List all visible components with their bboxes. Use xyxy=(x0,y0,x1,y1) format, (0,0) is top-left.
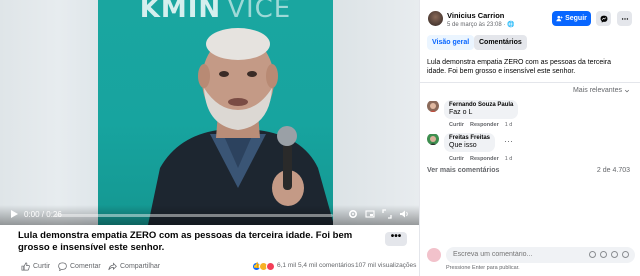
author-name[interactable]: Vinicius Carrion xyxy=(447,11,504,20)
play-icon[interactable] xyxy=(8,209,20,221)
enter-to-post-hint: Pressione Enter para publicar. xyxy=(446,265,520,271)
gif-icon[interactable] xyxy=(611,251,618,258)
share-label: Compartilhar xyxy=(120,263,161,270)
post-timestamp[interactable]: 5 de março às 23:08 · 🌐 xyxy=(447,21,515,28)
reactions-count[interactable]: 6,1 mil xyxy=(277,262,296,269)
comment-sort-dropdown[interactable]: Mais relevantes xyxy=(573,87,630,94)
share-button[interactable]: Compartilhar xyxy=(108,262,160,271)
comment-like-link[interactable]: Curtir xyxy=(449,122,464,128)
more-options-button[interactable] xyxy=(617,11,632,26)
section-divider xyxy=(420,82,640,83)
commenter-avatar[interactable] xyxy=(427,100,439,112)
facebook-video-viewer: KMIN VICE 0:00 / 0:26 Lula demonstra emp… xyxy=(0,0,640,276)
settings-icon[interactable] xyxy=(347,209,359,221)
view-more-comments-link[interactable]: Ver mais comentários xyxy=(427,167,499,174)
commenter-name[interactable]: Fernando Souza Paula xyxy=(449,102,513,108)
video-progress-bar[interactable] xyxy=(55,214,333,217)
video-blur-left xyxy=(0,0,98,225)
tab-comments[interactable]: Comentários xyxy=(474,35,527,50)
comment-composer xyxy=(427,247,637,263)
comment-actions: Curtir Responder 1 d xyxy=(449,122,512,128)
comment-text: Faz o L xyxy=(449,109,473,116)
comment-like-link[interactable]: Curtir xyxy=(449,156,464,162)
follow-icon xyxy=(556,15,563,22)
video-player[interactable]: KMIN VICE 0:00 / 0:26 xyxy=(0,0,419,225)
comment-reply-link[interactable]: Responder xyxy=(470,122,499,128)
sort-label: Mais relevantes xyxy=(572,87,622,94)
tab-overview[interactable]: Visão geral xyxy=(427,35,475,50)
comment-button[interactable]: Comentar xyxy=(58,262,101,271)
like-button[interactable]: Curtir xyxy=(21,262,50,271)
video-blur-right xyxy=(333,0,419,225)
comment-bubble: Fernando Souza Paula Faz o L xyxy=(444,100,519,119)
volume-icon[interactable] xyxy=(398,209,410,221)
post-caption: Lula demonstra empatia ZERO com as pesso… xyxy=(18,230,353,253)
post-options-button[interactable]: ••• xyxy=(385,232,407,246)
comment-actions: Curtir Responder 1 d xyxy=(449,156,512,162)
comment-text: Que isso xyxy=(449,142,477,149)
sticker-icon[interactable] xyxy=(622,251,629,258)
camera-icon[interactable] xyxy=(600,251,607,258)
comment-options-icon[interactable]: ··· xyxy=(504,137,513,146)
post-side-panel: Vinicius Carrion 5 de março às 23:08 · 🌐… xyxy=(419,0,640,276)
comment-label: Comentar xyxy=(70,263,101,270)
comment-age[interactable]: 1 d xyxy=(505,156,513,162)
comment-reply-link[interactable]: Responder xyxy=(470,156,499,162)
love-reaction-icon xyxy=(266,262,275,271)
comment-age[interactable]: 1 d xyxy=(505,122,513,128)
comment-count-label: 2 de 4.703 xyxy=(596,167,630,174)
commenter-avatar[interactable] xyxy=(427,133,439,145)
messenger-button[interactable] xyxy=(596,11,611,26)
pip-icon[interactable] xyxy=(364,209,376,221)
more-horizontal-icon xyxy=(621,17,628,20)
post-action-bar: Curtir Comentar Compartilhar 👍 6,1 mil 5… xyxy=(0,259,419,276)
video-frame[interactable]: KMIN VICE xyxy=(98,0,333,225)
expand-icon[interactable] xyxy=(381,209,393,221)
author-avatar[interactable] xyxy=(428,11,443,26)
commenter-name[interactable]: Freitas Freitas xyxy=(449,135,490,141)
views-count: 107 mil visualizações xyxy=(355,262,417,269)
messenger-icon xyxy=(600,15,607,23)
like-label: Curtir xyxy=(33,263,51,270)
speaker-figure xyxy=(148,28,333,225)
comment-icon xyxy=(58,262,67,271)
emoji-icon[interactable] xyxy=(589,251,596,258)
comments-count[interactable]: 5,4 mil comentários xyxy=(298,262,354,269)
comment-bubble: Freitas Freitas Que isso xyxy=(444,133,496,152)
current-user-avatar xyxy=(427,248,441,262)
post-description: Lula demonstra empatia ZERO com as pesso… xyxy=(427,59,612,75)
chevron-down-icon xyxy=(624,89,630,92)
video-controls: 0:00 / 0:26 xyxy=(0,205,419,225)
follow-button[interactable]: Seguir xyxy=(552,11,591,26)
composer-icons xyxy=(589,251,629,258)
thumbs-up-icon xyxy=(21,262,30,271)
reaction-summary[interactable]: 👍 xyxy=(252,262,275,271)
follow-label: Seguir xyxy=(565,15,587,22)
share-icon xyxy=(108,262,117,271)
